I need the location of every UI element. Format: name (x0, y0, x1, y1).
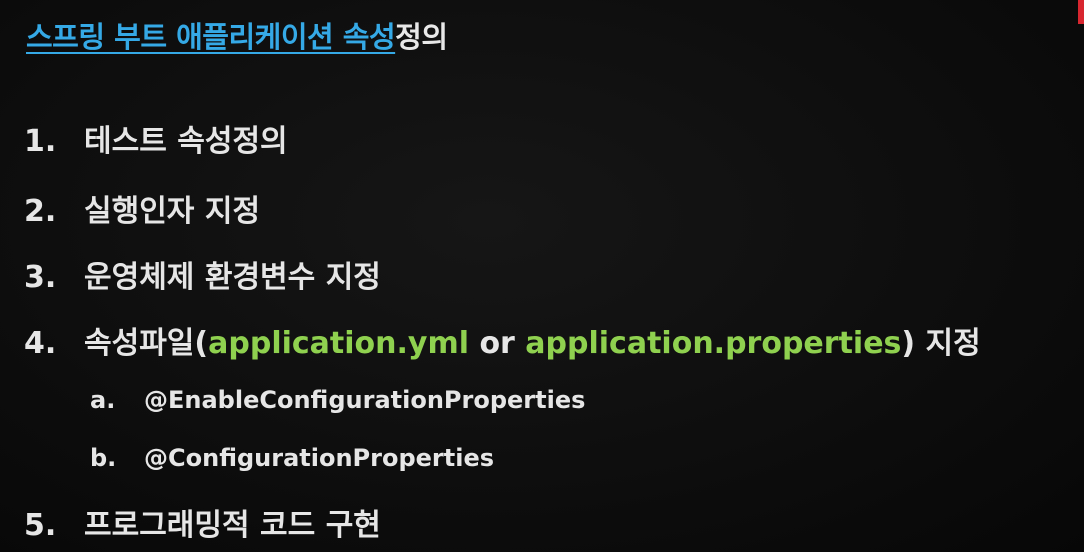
sub-item-a: a. @EnableConfigurationProperties (90, 386, 585, 414)
item-text: 프로그래밍적 코드 구현 (84, 508, 381, 543)
sub-letter: a. (90, 386, 116, 414)
item-middle: or (469, 326, 526, 361)
sub-text: @EnableConfigurationProperties (144, 386, 586, 414)
item-prefix: 속성파일( (84, 326, 209, 361)
title-rest: 정의 (395, 20, 448, 54)
sub-letter: b. (90, 444, 117, 472)
list-item-3: 3. 운영체제 환경변수 지정 (24, 252, 381, 296)
progress-marker (1078, 0, 1084, 24)
slide: 스프링 부트 애플리케이션 속성정의 1. 테스트 속성정의 2. 실행인자 지정 … (0, 0, 1084, 552)
title-link[interactable]: 스프링 부트 애플리케이션 속성 (26, 20, 396, 54)
item-number: 1. (24, 124, 57, 159)
item-number: 2. (24, 194, 57, 229)
list-item-5: 5. 프로그래밍적 코드 구현 (24, 500, 381, 544)
item-number: 5. (24, 508, 57, 543)
slide-title: 스프링 부트 애플리케이션 속성정의 (26, 14, 448, 56)
item-suffix: ) 지정 (901, 326, 981, 361)
item-text: 실행인자 지정 (84, 194, 261, 229)
item-text: 운영체제 환경변수 지정 (84, 260, 381, 295)
sub-text: @ConfigurationProperties (144, 444, 495, 472)
list-item-4: 4. 속성파일(application.yml or application.pr… (24, 318, 981, 362)
list-item-2: 2. 실행인자 지정 (24, 186, 260, 230)
item-text: 테스트 속성정의 (84, 124, 288, 159)
item-number: 3. (24, 260, 57, 295)
item-number: 4. (24, 326, 57, 361)
code-application-yml: application.yml (208, 326, 469, 361)
list-item-1: 1. 테스트 속성정의 (24, 116, 288, 160)
sub-item-b: b. @ConfigurationProperties (90, 444, 494, 472)
code-application-properties: application.properties (525, 326, 902, 361)
